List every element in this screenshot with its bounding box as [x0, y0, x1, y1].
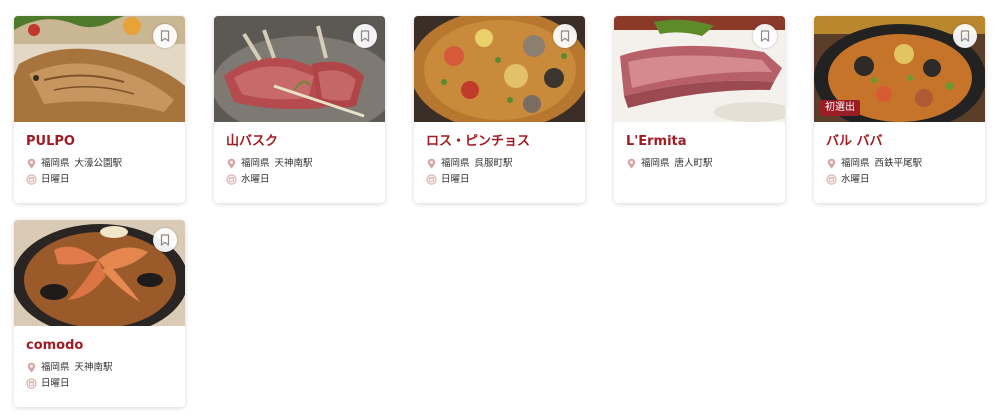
map-pin-icon [227, 158, 236, 169]
location-row: 福岡県 天神南駅 [26, 361, 173, 374]
map-pin-icon [27, 362, 36, 373]
bookmark-button[interactable] [153, 24, 177, 48]
restaurant-name[interactable]: L'Ermita [626, 134, 773, 150]
restaurant-card[interactable]: ロス・ピンチョス 福岡県 呉服町駅 日曜日 [414, 16, 585, 203]
closed-day: 水曜日 [841, 174, 870, 185]
bookmark-icon [760, 30, 770, 42]
location-row: 福岡県 大濠公園駅 [26, 157, 173, 170]
restaurant-card[interactable]: PULPO 福岡県 大濠公園駅 日曜日 [14, 16, 185, 203]
closed-day-row: 日曜日 [426, 173, 573, 186]
prefecture: 福岡県 [841, 158, 870, 169]
calendar-closed-icon [226, 174, 237, 185]
bookmark-icon [560, 30, 570, 42]
restaurant-name[interactable]: 山バスク [226, 134, 373, 150]
map-pin-icon [427, 158, 436, 169]
calendar-closed-icon [26, 174, 37, 185]
bookmark-icon [960, 30, 970, 42]
restaurant-card[interactable]: L'Ermita 福岡県 唐人町駅 [614, 16, 785, 203]
prefecture: 福岡県 [441, 158, 470, 169]
station: 大濠公園駅 [74, 158, 123, 169]
bookmark-button[interactable] [153, 228, 177, 252]
closed-day-row: 水曜日 [226, 173, 373, 186]
bookmark-icon [360, 30, 370, 42]
restaurant-card[interactable]: 初選出 バル ババ 福岡県 西鉄平尾駅 水曜日 [814, 16, 985, 203]
restaurant-photo [14, 220, 185, 326]
calendar-closed-icon [826, 174, 837, 185]
station: 西鉄平尾駅 [874, 158, 923, 169]
closed-day: 日曜日 [41, 378, 70, 389]
restaurant-name[interactable]: comodo [26, 338, 173, 354]
closed-day: 日曜日 [441, 174, 470, 185]
restaurant-card[interactable]: 山バスク 福岡県 天神南駅 水曜日 [214, 16, 385, 203]
prefecture: 福岡県 [41, 158, 70, 169]
location-row: 福岡県 呉服町駅 [426, 157, 573, 170]
bookmark-icon [160, 30, 170, 42]
restaurant-photo: 初選出 [814, 16, 985, 122]
calendar-closed-icon [426, 174, 437, 185]
bookmark-button[interactable] [553, 24, 577, 48]
restaurant-name[interactable]: ロス・ピンチョス [426, 134, 573, 150]
new-selection-badge: 初選出 [820, 100, 860, 116]
location-row: 福岡県 西鉄平尾駅 [826, 157, 973, 170]
bookmark-icon [160, 234, 170, 246]
location-row: 福岡県 天神南駅 [226, 157, 373, 170]
bookmark-button[interactable] [953, 24, 977, 48]
station: 天神南駅 [74, 362, 113, 373]
closed-day: 水曜日 [241, 174, 270, 185]
restaurant-photo [214, 16, 385, 122]
prefecture: 福岡県 [41, 362, 70, 373]
calendar-closed-icon [26, 378, 37, 389]
restaurant-photo [614, 16, 785, 122]
restaurant-photo [14, 16, 185, 122]
closed-day: 日曜日 [41, 174, 70, 185]
prefecture: 福岡県 [241, 158, 270, 169]
bookmark-button[interactable] [353, 24, 377, 48]
station: 天神南駅 [274, 158, 313, 169]
station: 呉服町駅 [474, 158, 513, 169]
station: 唐人町駅 [674, 158, 713, 169]
closed-day-row: 日曜日 [26, 377, 173, 390]
restaurant-name[interactable]: バル ババ [826, 134, 973, 150]
map-pin-icon [827, 158, 836, 169]
closed-day-row: 水曜日 [826, 173, 973, 186]
bookmark-button[interactable] [753, 24, 777, 48]
restaurant-photo [414, 16, 585, 122]
restaurant-name[interactable]: PULPO [26, 134, 173, 150]
prefecture: 福岡県 [641, 158, 670, 169]
closed-day-row: 日曜日 [26, 173, 173, 186]
map-pin-icon [627, 158, 636, 169]
restaurant-card[interactable]: comodo 福岡県 天神南駅 日曜日 [14, 220, 185, 407]
location-row: 福岡県 唐人町駅 [626, 157, 773, 170]
map-pin-icon [27, 158, 36, 169]
